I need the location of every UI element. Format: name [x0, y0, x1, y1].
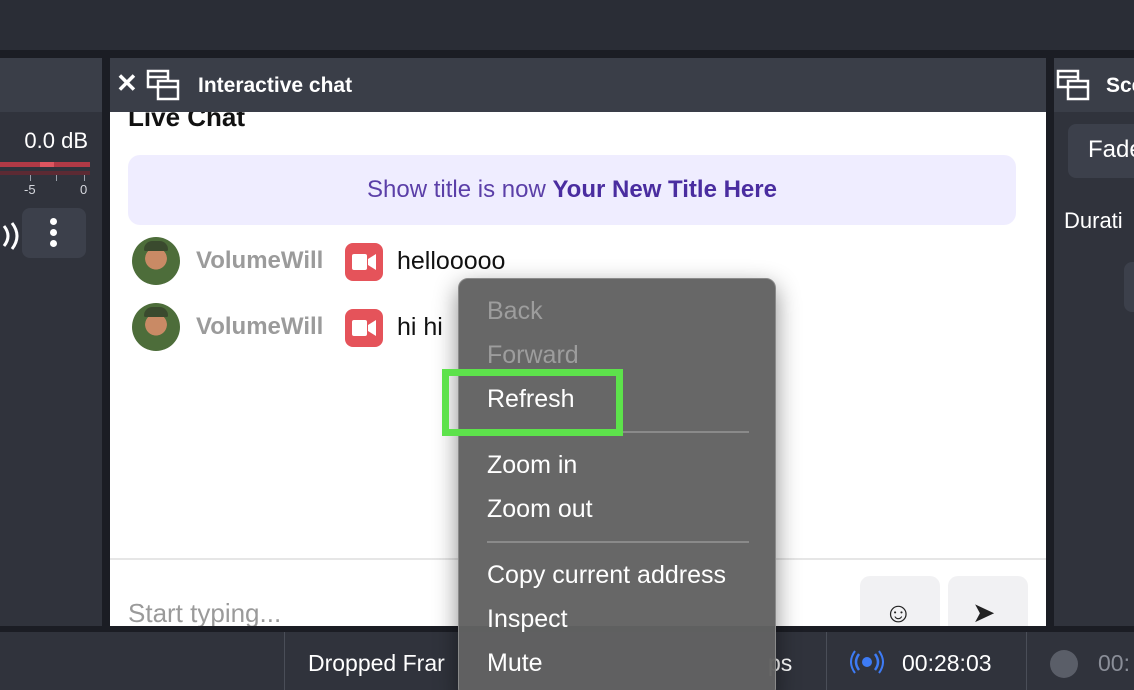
emoji-icon: ☺ [884, 597, 913, 627]
audio-mixer-panel: 0.0 dB -5 0 [0, 58, 102, 626]
menu-item-forward: Forward [487, 341, 579, 369]
kebab-menu-icon [50, 218, 57, 225]
live-broadcast-icon [850, 650, 884, 674]
stream-timer: 00:28:03 [902, 650, 992, 676]
app-window: 0.0 dB -5 0 Live Chat ✕ Interactive chat… [0, 0, 1134, 690]
title-change-banner: Show title is now Your New Title Here [128, 155, 1016, 225]
banner-title: Your New Title Here [552, 176, 777, 203]
duration-input[interactable] [1124, 262, 1134, 312]
meter-ticks [0, 175, 90, 183]
dock-header: ✕ Interactive chat [110, 58, 1046, 112]
transition-select[interactable]: Fade [1068, 124, 1134, 178]
scene-panel-title: Sce [1106, 74, 1134, 97]
transition-value: Fade [1088, 136, 1134, 163]
mixer-header [0, 58, 102, 112]
close-icon[interactable]: ✕ [116, 68, 138, 98]
avatar [132, 303, 180, 351]
chat-username[interactable]: VolumeWill [196, 313, 323, 341]
float-window-icon[interactable] [146, 69, 180, 101]
duration-label: Durati [1064, 208, 1123, 233]
mixer-options-button[interactable] [22, 208, 86, 258]
menu-item-zoom-out[interactable]: Zoom out [487, 495, 593, 524]
send-button[interactable]: ➤ [948, 576, 1028, 626]
volume-meter [0, 162, 90, 167]
float-window-icon[interactable] [1056, 69, 1090, 101]
avatar [132, 237, 180, 285]
refresh-highlight-box [442, 369, 623, 436]
context-menu: Back Forward Refresh Zoom in Zoom out Co… [458, 278, 776, 690]
top-bar [0, 0, 1134, 50]
chat-username[interactable]: VolumeWill [196, 247, 323, 275]
tick-label-zero: 0 [80, 182, 88, 197]
speaker-icon[interactable] [0, 222, 22, 256]
banner-prefix: Show title is now [367, 176, 546, 203]
send-icon: ➤ [972, 597, 996, 627]
camera-icon [345, 243, 383, 281]
record-dot-icon[interactable] [1050, 650, 1078, 678]
scene-transitions-panel: Sce Fade Durati [1054, 58, 1134, 626]
scene-panel-header: Sce [1054, 58, 1134, 112]
camera-icon [345, 309, 383, 347]
menu-item-copy-address[interactable]: Copy current address [487, 561, 726, 590]
dock-title: Interactive chat [198, 74, 353, 97]
chat-message-text: hellooooo [397, 247, 506, 275]
emoji-button[interactable]: ☺ [860, 576, 940, 626]
tick-label-minus5: -5 [24, 182, 36, 197]
mixer-level-readout: 0.0 dB [24, 128, 88, 153]
menu-separator [487, 541, 749, 543]
menu-item-zoom-in[interactable]: Zoom in [487, 451, 577, 480]
dropped-frames-text: Dropped Frar [308, 650, 445, 676]
menu-item-mute[interactable]: Mute [487, 649, 543, 678]
record-timer: 00: [1098, 650, 1130, 676]
chat-message-text: hi hi [397, 313, 443, 341]
chat-input[interactable]: Start typing... [128, 598, 281, 626]
menu-item-inspect[interactable]: Inspect [487, 605, 568, 634]
menu-item-back: Back [487, 297, 543, 325]
